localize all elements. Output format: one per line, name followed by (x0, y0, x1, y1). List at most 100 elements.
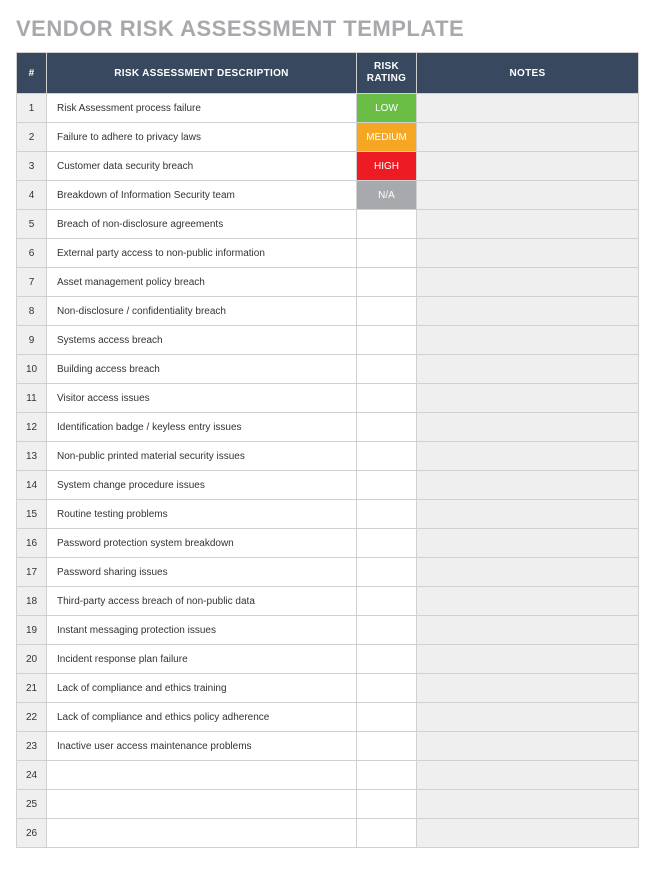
row-description: Customer data security breach (47, 152, 357, 181)
row-number: 15 (17, 500, 47, 529)
row-number: 12 (17, 413, 47, 442)
row-number: 7 (17, 268, 47, 297)
row-notes (417, 761, 639, 790)
row-notes (417, 326, 639, 355)
table-row: 19Instant messaging protection issues (17, 616, 639, 645)
table-row: 14System change procedure issues (17, 471, 639, 500)
row-description: Instant messaging protection issues (47, 616, 357, 645)
row-notes (417, 152, 639, 181)
risk-assessment-table: # RISK ASSESSMENT DESCRIPTION RISK RATIN… (16, 52, 639, 848)
row-description: Building access breach (47, 355, 357, 384)
table-row: 20Incident response plan failure (17, 645, 639, 674)
row-notes (417, 442, 639, 471)
row-notes (417, 645, 639, 674)
row-description: Non-disclosure / confidentiality breach (47, 297, 357, 326)
row-number: 24 (17, 761, 47, 790)
row-number: 4 (17, 181, 47, 210)
row-number: 23 (17, 732, 47, 761)
row-number: 16 (17, 529, 47, 558)
row-rating (357, 210, 417, 239)
row-rating (357, 616, 417, 645)
table-row: 13Non-public printed material security i… (17, 442, 639, 471)
table-row: 25 (17, 790, 639, 819)
row-description: Breakdown of Information Security team (47, 181, 357, 210)
row-rating (357, 297, 417, 326)
row-notes (417, 384, 639, 413)
row-number: 25 (17, 790, 47, 819)
row-description: Breach of non-disclosure agreements (47, 210, 357, 239)
row-description: Password sharing issues (47, 558, 357, 587)
table-row: 16Password protection system breakdown (17, 529, 639, 558)
row-rating (357, 703, 417, 732)
row-number: 2 (17, 123, 47, 152)
row-notes (417, 819, 639, 848)
row-rating (357, 355, 417, 384)
row-notes (417, 587, 639, 616)
table-row: 2Failure to adhere to privacy lawsMEDIUM (17, 123, 639, 152)
row-description: Inactive user access maintenance problem… (47, 732, 357, 761)
row-rating (357, 761, 417, 790)
row-number: 20 (17, 645, 47, 674)
row-description: Failure to adhere to privacy laws (47, 123, 357, 152)
row-notes (417, 123, 639, 152)
row-description: Non-public printed material security iss… (47, 442, 357, 471)
column-header-desc: RISK ASSESSMENT DESCRIPTION (47, 53, 357, 94)
row-number: 18 (17, 587, 47, 616)
row-rating (357, 326, 417, 355)
row-rating (357, 732, 417, 761)
row-rating (357, 239, 417, 268)
row-rating (357, 471, 417, 500)
table-row: 17Password sharing issues (17, 558, 639, 587)
row-rating (357, 558, 417, 587)
row-description: Lack of compliance and ethics training (47, 674, 357, 703)
row-rating (357, 442, 417, 471)
table-row: 8Non-disclosure / confidentiality breach (17, 297, 639, 326)
table-row: 23Inactive user access maintenance probl… (17, 732, 639, 761)
table-row: 5Breach of non-disclosure agreements (17, 210, 639, 239)
row-description (47, 761, 357, 790)
row-description: Identification badge / keyless entry iss… (47, 413, 357, 442)
row-rating (357, 529, 417, 558)
row-number: 1 (17, 94, 47, 123)
row-description: Visitor access issues (47, 384, 357, 413)
row-description: External party access to non-public info… (47, 239, 357, 268)
row-notes (417, 790, 639, 819)
row-number: 8 (17, 297, 47, 326)
table-row: 4Breakdown of Information Security teamN… (17, 181, 639, 210)
row-description: Third-party access breach of non-public … (47, 587, 357, 616)
row-notes (417, 732, 639, 761)
row-notes (417, 355, 639, 384)
row-number: 3 (17, 152, 47, 181)
row-rating (357, 790, 417, 819)
row-rating (357, 819, 417, 848)
row-number: 11 (17, 384, 47, 413)
row-notes (417, 674, 639, 703)
page-title: VENDOR RISK ASSESSMENT TEMPLATE (16, 16, 639, 42)
row-rating (357, 674, 417, 703)
row-rating (357, 645, 417, 674)
table-row: 21Lack of compliance and ethics training (17, 674, 639, 703)
row-description: Incident response plan failure (47, 645, 357, 674)
row-rating (357, 384, 417, 413)
row-rating: LOW (357, 94, 417, 123)
row-description: Systems access breach (47, 326, 357, 355)
table-row: 11Visitor access issues (17, 384, 639, 413)
table-row: 15Routine testing problems (17, 500, 639, 529)
row-notes (417, 529, 639, 558)
row-notes (417, 703, 639, 732)
table-row: 12Identification badge / keyless entry i… (17, 413, 639, 442)
row-number: 10 (17, 355, 47, 384)
row-number: 17 (17, 558, 47, 587)
row-description (47, 790, 357, 819)
column-header-rating: RISK RATING (357, 53, 417, 94)
row-description: Password protection system breakdown (47, 529, 357, 558)
row-number: 14 (17, 471, 47, 500)
row-number: 5 (17, 210, 47, 239)
table-row: 6External party access to non-public inf… (17, 239, 639, 268)
row-number: 19 (17, 616, 47, 645)
row-notes (417, 558, 639, 587)
table-row: 26 (17, 819, 639, 848)
row-number: 21 (17, 674, 47, 703)
row-notes (417, 413, 639, 442)
row-notes (417, 181, 639, 210)
